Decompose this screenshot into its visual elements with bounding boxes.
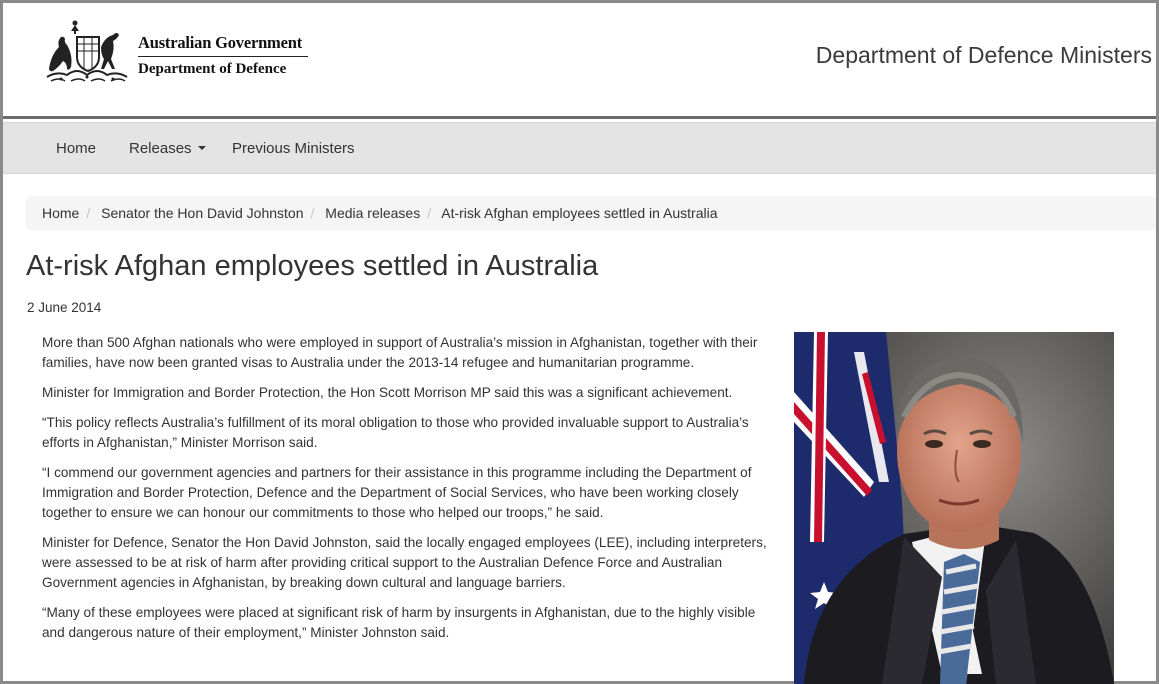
- breadcrumb-current: At-risk Afghan employees settled in Aust…: [441, 205, 718, 221]
- article-paragraph: More than 500 Afghan nationals who were …: [42, 335, 758, 370]
- article-paragraph: “I commend our government agencies and p…: [42, 465, 752, 520]
- breadcrumb-minister[interactable]: Senator the Hon David Johnston: [101, 205, 303, 221]
- caret-down-icon: [197, 146, 206, 150]
- main-navbar: Home Releases Previous Ministers: [3, 122, 1156, 174]
- breadcrumb-separator: /: [310, 205, 315, 221]
- dept-name: Department of Defence: [138, 61, 287, 77]
- article-paragraph: Minister for Immigration and Border Prot…: [42, 385, 733, 400]
- article-paragraph: Minister for Defence, Senator the Hon Da…: [42, 535, 767, 590]
- page-title: At-risk Afghan employees settled in Aust…: [26, 250, 599, 282]
- nav-previous-ministers[interactable]: Previous Ministers: [232, 140, 355, 157]
- masthead: Australian Government Department of Defe…: [3, 3, 1156, 119]
- breadcrumb-separator: /: [86, 205, 91, 221]
- nav-home[interactable]: Home: [56, 140, 96, 157]
- minister-portrait: [794, 332, 1114, 684]
- coat-of-arms-icon[interactable]: [41, 17, 133, 87]
- publish-date: 2 June 2014: [27, 300, 102, 315]
- gov-logo-text[interactable]: Australian Government Department of Defe…: [138, 33, 308, 78]
- gov-name: Australian Government: [138, 33, 308, 57]
- article-body: More than 500 Afghan nationals who were …: [42, 333, 770, 653]
- nav-releases-label: Releases: [129, 140, 192, 157]
- portrait-image: [794, 332, 1114, 684]
- nav-releases[interactable]: Releases: [129, 140, 206, 157]
- article-paragraph: “This policy reflects Australia’s fulfil…: [42, 415, 749, 450]
- breadcrumb-home[interactable]: Home: [42, 205, 79, 221]
- site-title[interactable]: Department of Defence Ministers: [816, 42, 1152, 69]
- article-paragraph: “Many of these employees were placed at …: [42, 605, 756, 640]
- breadcrumb: Home / Senator the Hon David Johnston / Me…: [26, 196, 1156, 230]
- breadcrumb-media-releases[interactable]: Media releases: [325, 205, 420, 221]
- breadcrumb-separator: /: [427, 205, 432, 221]
